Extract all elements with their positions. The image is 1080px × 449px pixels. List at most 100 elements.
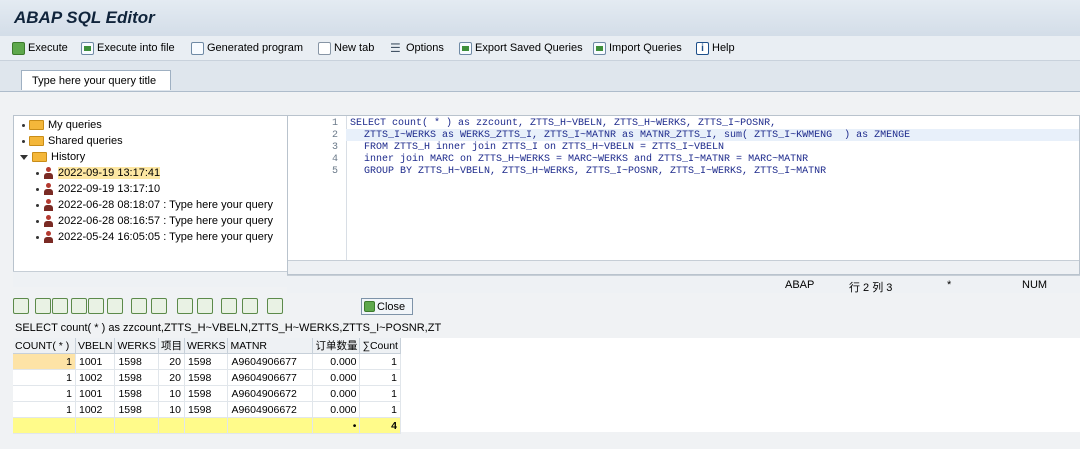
find-next-icon[interactable] <box>88 298 104 314</box>
table-cell[interactable]: A9604906672 <box>227 385 314 402</box>
code-line: GROUP BY ZTTS_H~VBELN, ZTTS_H~WERKS, ZTT… <box>364 166 827 177</box>
user-icon <box>43 231 54 243</box>
history-entry[interactable]: 2022-06-28 08:18:07 : Type here your que… <box>36 198 273 212</box>
editor-horizontal-scrollbar[interactable] <box>288 260 1079 274</box>
help-button[interactable]: i Help <box>696 40 735 56</box>
export-list-icon[interactable] <box>221 298 237 314</box>
table-cell[interactable]: 1 <box>359 369 401 386</box>
user-icon <box>43 199 54 211</box>
table-cell[interactable]: 0.000 <box>312 353 361 370</box>
table-cell[interactable]: 1 <box>359 401 401 418</box>
history-entry[interactable]: 2022-05-24 16:05:05 : Type here your que… <box>36 230 273 244</box>
table-row[interactable]: 1 1002 1598 20 1598 A9604906677 0.000 1 <box>13 369 401 386</box>
layout-icon[interactable] <box>242 298 258 314</box>
column-header[interactable]: COUNT( * ) <box>13 338 76 354</box>
execute-icon <box>12 41 25 55</box>
views-icon[interactable] <box>197 298 213 314</box>
column-header[interactable]: ∑Count <box>359 338 401 354</box>
table-cell[interactable]: 0.000 <box>312 369 361 386</box>
table-cell[interactable]: 1598 <box>184 353 229 370</box>
sort-descending-icon[interactable] <box>52 298 68 314</box>
execute-into-file-button[interactable]: Execute into file <box>81 40 175 56</box>
language-indicator: ABAP <box>785 279 815 291</box>
tree-item-history[interactable]: History <box>20 150 85 164</box>
table-cell[interactable]: 1598 <box>114 401 159 418</box>
generated-program-button[interactable]: Generated program <box>191 40 303 56</box>
expand-icon <box>20 154 28 160</box>
table-cell[interactable]: 0.000 <box>312 401 361 418</box>
table-cell[interactable]: 10 <box>158 385 185 402</box>
info-icon[interactable] <box>267 298 283 314</box>
tree-horizontal-scrollbar[interactable] <box>13 271 291 287</box>
print-icon[interactable] <box>177 298 193 314</box>
import-icon <box>593 41 606 55</box>
tab-query-title[interactable]: Type here your query title <box>21 70 171 90</box>
table-cell[interactable]: 1598 <box>184 385 229 402</box>
tree-item-my-queries[interactable]: My queries <box>22 118 102 132</box>
table-cell[interactable]: 1598 <box>114 369 159 386</box>
folder-open-icon <box>32 152 47 162</box>
table-cell[interactable]: 20 <box>158 353 185 370</box>
close-button[interactable]: Close <box>361 298 413 315</box>
table-row[interactable]: 1 1001 1598 20 1598 A9604906677 0.000 1 <box>13 353 401 370</box>
sum-icon[interactable] <box>131 298 147 314</box>
tree-item-shared-queries[interactable]: Shared queries <box>22 134 123 148</box>
table-cell[interactable]: 1598 <box>184 369 229 386</box>
table-cell[interactable]: 1 <box>13 401 76 418</box>
table-cell[interactable]: 10 <box>158 401 185 418</box>
table-cell[interactable]: 1001 <box>75 353 116 370</box>
folder-icon <box>29 120 44 130</box>
table-cell[interactable]: 0.000 <box>312 385 361 402</box>
table-row[interactable]: 1 1001 1598 10 1598 A9604906672 0.000 1 <box>13 385 401 402</box>
column-header[interactable]: WERKS <box>114 338 159 354</box>
bullet-icon <box>36 219 39 223</box>
line-number: 5 <box>331 166 338 177</box>
table-cell[interactable]: 1002 <box>75 369 116 386</box>
details-icon[interactable] <box>13 298 29 314</box>
history-entry[interactable]: 2022-09-19 13:17:10 <box>36 182 160 196</box>
options-button[interactable]: ☰ Options <box>390 40 444 56</box>
import-queries-button[interactable]: Import Queries <box>593 40 682 56</box>
column-header[interactable]: 项目 <box>158 338 185 354</box>
table-cell[interactable]: 1 <box>13 353 76 370</box>
sql-summary: SELECT count( * ) as zzcount,ZTTS_H~VBEL… <box>15 322 442 334</box>
column-header[interactable]: MATNR <box>227 338 314 354</box>
sql-code-editor[interactable]: 1 2 3 4 5 SELECT count( * ) as zzcount, … <box>287 115 1080 275</box>
history-entry[interactable]: 2022-09-19 13:17:41 <box>36 166 161 180</box>
bullet-icon <box>36 235 39 239</box>
table-cell[interactable]: 1598 <box>114 385 159 402</box>
column-header[interactable]: 订单数量 <box>312 338 361 354</box>
table-cell[interactable]: A9604906672 <box>227 401 314 418</box>
num-lock-indicator: NUM <box>1022 279 1048 291</box>
table-cell[interactable]: 20 <box>158 369 185 386</box>
column-header[interactable]: VBELN <box>75 338 116 354</box>
filter-icon[interactable] <box>107 298 123 314</box>
table-row[interactable]: 1 1002 1598 10 1598 A9604906672 0.000 1 <box>13 401 401 418</box>
table-cell[interactable]: A9604906677 <box>227 369 314 386</box>
bullet-icon <box>36 171 39 175</box>
table-cell[interactable]: 1598 <box>114 353 159 370</box>
table-cell[interactable]: 1 <box>359 385 401 402</box>
user-icon <box>43 167 54 179</box>
bullet-icon <box>22 123 25 127</box>
table-cell <box>13 417 76 434</box>
table-cell[interactable]: 1 <box>359 353 401 370</box>
folder-icon <box>29 136 44 146</box>
table-cell[interactable]: 1001 <box>75 385 116 402</box>
table-cell[interactable]: 1002 <box>75 401 116 418</box>
table-cell[interactable]: 1 <box>13 385 76 402</box>
code-line: SELECT count( * ) as zzcount, ZTTS_H~VBE… <box>350 118 777 129</box>
column-header[interactable]: WERKS <box>184 338 229 354</box>
table-cell[interactable]: 1598 <box>184 401 229 418</box>
sort-ascending-icon[interactable] <box>35 298 51 314</box>
execute-button[interactable]: Execute <box>12 40 68 56</box>
program-icon <box>191 41 204 55</box>
export-saved-queries-button[interactable]: Export Saved Queries <box>459 40 583 56</box>
find-icon[interactable] <box>71 298 87 314</box>
history-entry[interactable]: 2022-06-28 08:16:57 : Type here your que… <box>36 214 273 228</box>
user-icon <box>43 183 54 195</box>
new-tab-button[interactable]: New tab <box>318 40 374 56</box>
subtotal-icon[interactable] <box>151 298 167 314</box>
table-cell[interactable]: A9604906677 <box>227 353 314 370</box>
table-cell[interactable]: 1 <box>13 369 76 386</box>
